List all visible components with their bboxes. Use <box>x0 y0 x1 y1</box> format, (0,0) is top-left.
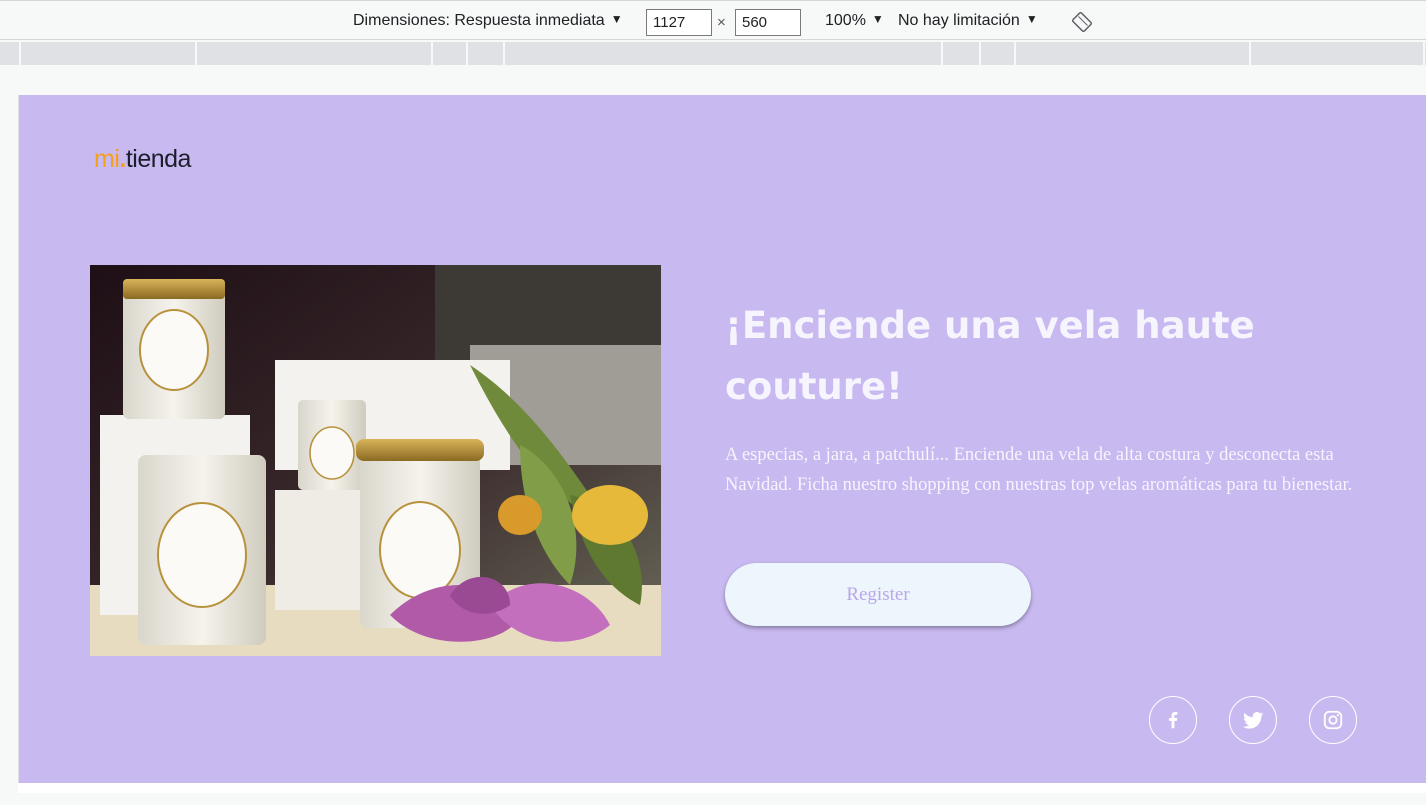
ruler-tick <box>431 42 433 65</box>
instagram-icon <box>1323 710 1343 730</box>
times-separator: × <box>717 14 726 31</box>
ruler-tick <box>195 42 197 65</box>
throttling-dropdown[interactable]: No hay limitación ▼ <box>898 12 1038 30</box>
page-bottom-edge <box>18 783 1426 793</box>
page-viewport: mi.tienda ¡Enciende una vela haute coutu… <box>18 95 1426 783</box>
dimensions-label: Dimensiones: Respuesta inmediata <box>353 12 605 29</box>
instagram-link[interactable] <box>1309 696 1357 744</box>
hero-headline: ¡Enciende una vela haute couture! <box>725 304 1255 408</box>
twitter-icon <box>1242 712 1264 729</box>
ruler-tick <box>1014 42 1016 65</box>
logo-tienda: tienda <box>125 145 192 173</box>
dimensions-dropdown[interactable]: Dimensiones: Respuesta inmediata ▼ <box>353 12 623 30</box>
ruler-tick <box>979 42 981 65</box>
facebook-icon <box>1168 712 1178 729</box>
hero-description: A especias, a jara, a patchulí... Encien… <box>725 445 1353 495</box>
logo-mi: mi <box>94 145 120 173</box>
rotate-icon[interactable] <box>1072 12 1092 32</box>
width-input[interactable] <box>646 9 712 36</box>
devtools-device-toolbar: Dimensiones: Respuesta inmediata ▼ × 100%… <box>0 0 1426 40</box>
ruler-tick <box>1249 42 1251 65</box>
media-query-ruler[interactable] <box>0 42 1426 65</box>
site-logo[interactable]: mi.tienda <box>94 145 191 174</box>
twitter-link[interactable] <box>1229 696 1277 744</box>
zoom-label: 100% <box>825 12 866 29</box>
zoom-dropdown[interactable]: 100% ▼ <box>825 12 884 30</box>
ruler-tick <box>19 42 21 65</box>
register-button[interactable]: Register <box>725 563 1031 626</box>
ruler-tick <box>503 42 505 65</box>
ruler-tick <box>1423 42 1425 65</box>
ruler-tick <box>466 42 468 65</box>
hero-candles-image <box>90 265 661 656</box>
chevron-down-icon: ▼ <box>610 12 623 26</box>
ruler-tick <box>941 42 943 65</box>
facebook-link[interactable] <box>1149 696 1197 744</box>
throttling-label: No hay limitación <box>898 12 1020 29</box>
chevron-down-icon: ▼ <box>1025 12 1038 26</box>
height-input[interactable] <box>735 9 801 36</box>
chevron-down-icon: ▼ <box>871 12 884 26</box>
